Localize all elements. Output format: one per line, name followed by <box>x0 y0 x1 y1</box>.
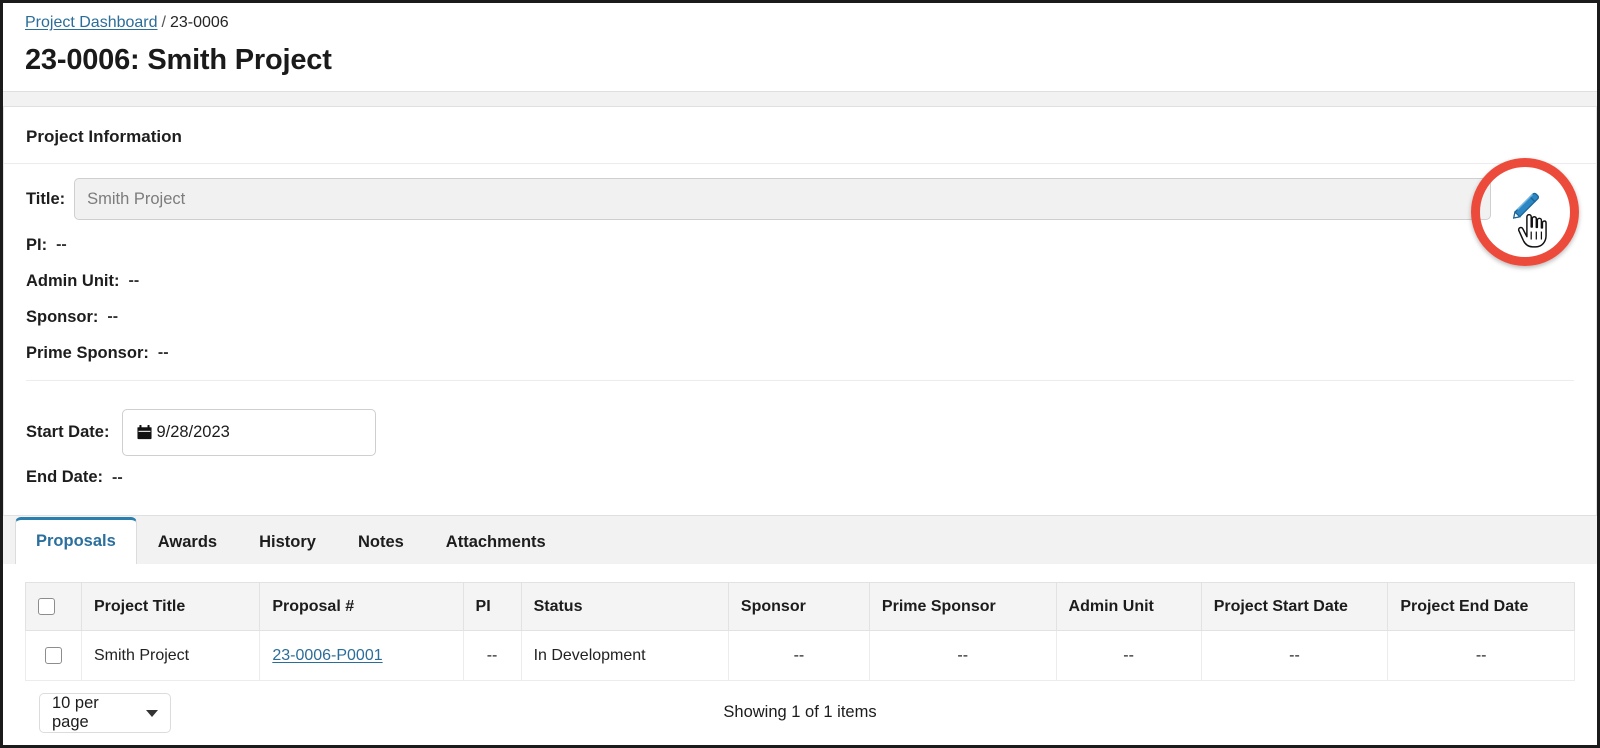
column-header-project-end-date[interactable]: Project End Date <box>1387 582 1575 631</box>
cell-status: In Development <box>520 630 729 681</box>
admin-unit-value: -- <box>128 272 140 289</box>
table-header: Project Title Proposal # PI Status Spons… <box>25 582 1575 631</box>
sponsor-label: Sponsor: <box>26 307 99 326</box>
title-input[interactable] <box>74 178 1492 220</box>
table-footer: 10 per page Showing 1 of 1 items <box>3 681 1597 733</box>
column-header-proposal-number[interactable]: Proposal # <box>259 582 464 631</box>
end-date-label: End Date: <box>26 468 104 486</box>
breadcrumb: Project Dashboard/23-0006 <box>25 13 1575 33</box>
title-label: Title: <box>26 189 66 208</box>
proposals-table: Project Title Proposal # PI Status Spons… <box>25 582 1575 681</box>
field-row-title: Title: <box>26 178 1574 220</box>
cell-project-end-date: -- <box>1387 630 1575 681</box>
select-all-header <box>25 582 82 631</box>
cell-sponsor: -- <box>727 630 870 681</box>
app-screen: Project Dashboard/23-0006 23-0006: Smith… <box>0 0 1600 748</box>
start-date-input[interactable]: 9/28/2023 <box>122 409 377 456</box>
header-divider <box>3 91 1597 107</box>
column-header-sponsor[interactable]: Sponsor <box>727 582 870 631</box>
proposal-number-link[interactable]: 23-0006-P0001 <box>272 647 382 664</box>
tab-notes[interactable]: Notes <box>337 519 425 564</box>
column-header-pi[interactable]: PI <box>462 582 522 631</box>
field-row-admin-unit: Admin Unit: -- <box>26 268 1574 294</box>
prime-sponsor-label: Prime Sponsor: <box>26 343 149 362</box>
end-date-value: -- <box>112 468 123 486</box>
date-fields: Start Date: 9/28/2023 End Date: -- <box>4 391 1596 515</box>
cell-project-title: Smith Project <box>80 630 261 681</box>
row-checkbox[interactable] <box>44 646 62 664</box>
calendar-icon <box>137 425 152 440</box>
cell-pi: -- <box>462 630 522 681</box>
cell-admin-unit: -- <box>1055 630 1202 681</box>
card-heading: Project Information <box>4 107 1596 164</box>
page-header: Project Dashboard/23-0006 23-0006: Smith… <box>3 3 1597 91</box>
breadcrumb-link-project-dashboard[interactable]: Project Dashboard <box>25 14 158 31</box>
table-header-row: Project Title Proposal # PI Status Spons… <box>25 582 1575 631</box>
column-header-project-title[interactable]: Project Title <box>80 582 261 631</box>
cell-prime-sponsor: -- <box>868 630 1057 681</box>
field-row-prime-sponsor: Prime Sponsor: -- <box>26 340 1574 366</box>
column-header-admin-unit[interactable]: Admin Unit <box>1055 582 1202 631</box>
breadcrumb-separator: / <box>161 14 166 31</box>
field-row-end-date: End Date: -- <box>26 468 1574 487</box>
pi-value: -- <box>56 236 67 253</box>
page-title: 23-0006: Smith Project <box>25 44 332 76</box>
tab-proposals[interactable]: Proposals <box>15 517 137 564</box>
project-fields: Title: PI: -- Admin Unit: -- Sponsor: --… <box>4 164 1596 391</box>
row-select-cell <box>25 630 82 681</box>
table-row: Smith Project 23-0006-P0001 -- In Develo… <box>25 630 1575 681</box>
tab-bar: Proposals Awards History Notes Attachmen… <box>3 515 1597 564</box>
prime-sponsor-value: -- <box>157 344 169 361</box>
pi-label: PI: <box>26 235 48 254</box>
column-header-status[interactable]: Status <box>520 582 729 631</box>
tab-awards[interactable]: Awards <box>137 519 238 564</box>
cell-project-start-date: -- <box>1200 630 1389 681</box>
column-header-project-start-date[interactable]: Project Start Date <box>1200 582 1389 631</box>
proposals-table-container: Project Title Proposal # PI Status Spons… <box>3 564 1597 681</box>
field-row-start-date: Start Date: 9/28/2023 <box>26 409 1574 456</box>
field-row-pi: PI: -- <box>26 232 1574 258</box>
breadcrumb-current: 23-0006 <box>169 14 229 31</box>
field-row-sponsor: Sponsor: -- <box>26 304 1574 330</box>
start-date-label: Start Date: <box>26 423 110 441</box>
tab-history[interactable]: History <box>238 519 337 564</box>
sponsor-value: -- <box>107 308 119 325</box>
column-header-prime-sponsor[interactable]: Prime Sponsor <box>868 582 1057 631</box>
admin-unit-label: Admin Unit: <box>26 271 120 290</box>
showing-items-label: Showing 1 of 1 items <box>723 703 877 721</box>
cell-proposal-number: 23-0006-P0001 <box>259 630 464 681</box>
start-date-value: 9/28/2023 <box>156 423 230 441</box>
select-all-checkbox[interactable] <box>38 597 55 615</box>
fields-divider <box>26 380 1574 381</box>
table-body: Smith Project 23-0006-P0001 -- In Develo… <box>25 630 1575 681</box>
tab-attachments[interactable]: Attachments <box>425 519 567 564</box>
project-information-card: Project Information Title: PI: -- Admin … <box>3 107 1597 515</box>
